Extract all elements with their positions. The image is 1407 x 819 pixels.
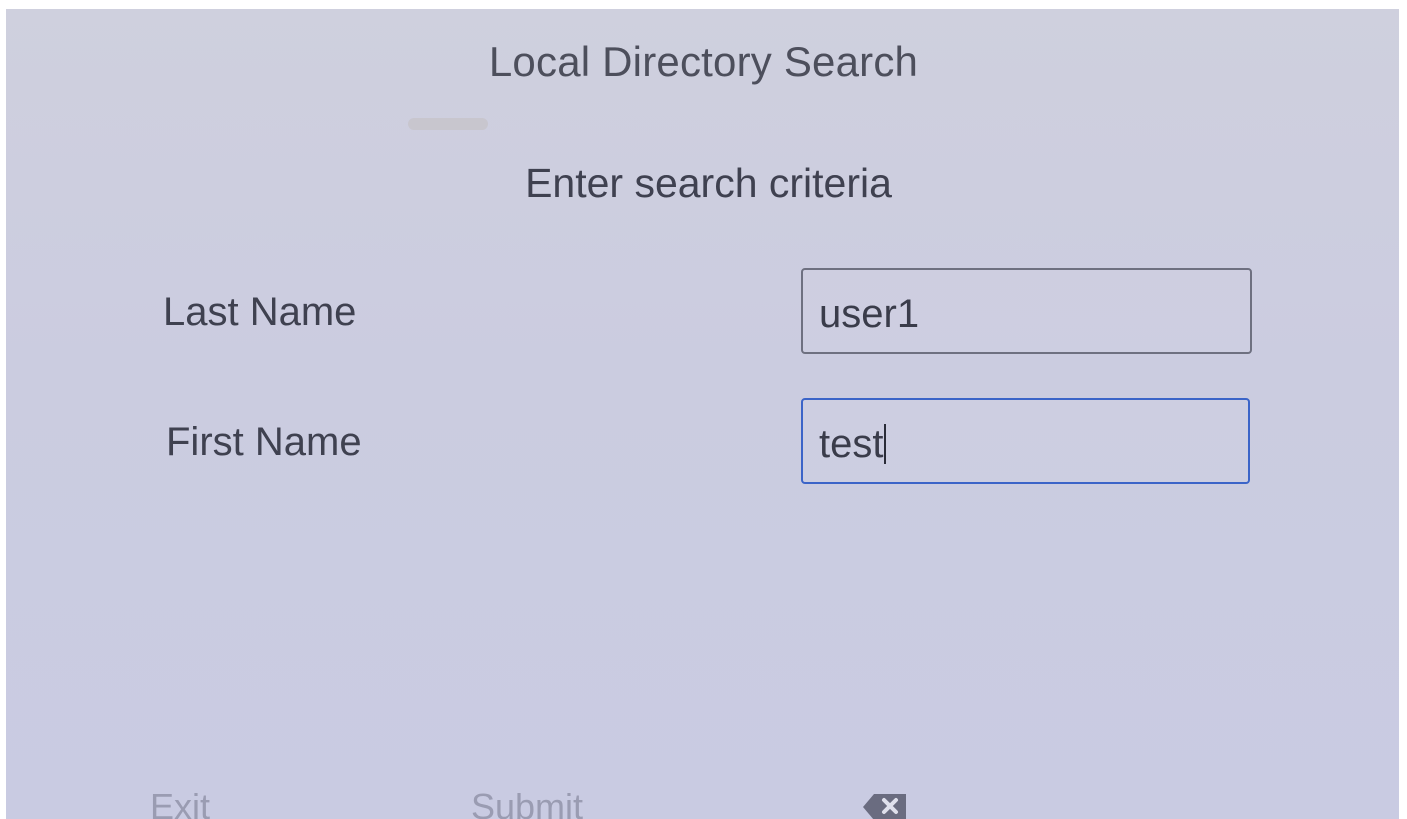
right-edge [1399,0,1407,819]
text-cursor [884,424,887,464]
submit-softkey[interactable]: Submit [471,786,583,819]
first-name-label: First Name [166,420,362,464]
search-instructions: Enter search criteria [525,160,892,206]
last-name-field[interactable]: user1 [801,268,1252,354]
last-name-value: user1 [819,292,920,336]
screen-glare [408,118,488,130]
first-name-value: test [819,422,884,466]
exit-softkey[interactable]: Exit [150,786,210,819]
phone-screen: Local Directory Search Enter search crit… [0,0,1407,819]
backspace-icon[interactable] [862,792,908,819]
last-name-label: Last Name [163,290,357,334]
page-title: Local Directory Search [488,38,919,85]
first-name-field[interactable]: test [801,398,1250,484]
top-edge [0,0,1407,9]
left-edge [0,0,6,819]
